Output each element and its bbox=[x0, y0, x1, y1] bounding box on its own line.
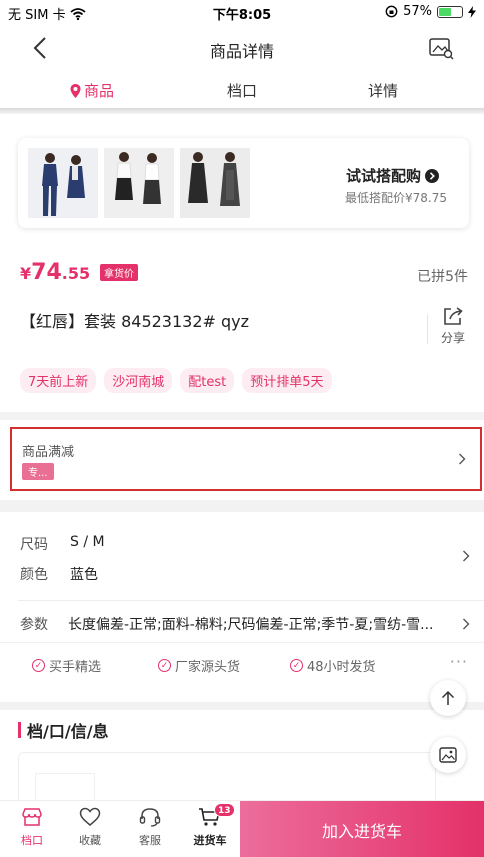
more-icon[interactable]: ··· bbox=[450, 652, 468, 671]
guarantee-48h-ship: ✓ 48小时发货 bbox=[290, 656, 376, 675]
orientation-lock-icon bbox=[385, 5, 398, 18]
tag-config: 配test bbox=[180, 368, 235, 393]
tab-details-label: 详情 bbox=[368, 82, 399, 100]
wholesale-price-badge: 拿货价 bbox=[100, 264, 138, 281]
params-row[interactable]: 参数 长度偏差-正常;面料-棉料;尺码偏差-正常;季节-夏;雪纺-雪... bbox=[0, 602, 484, 642]
check-circle-icon: ✓ bbox=[32, 659, 45, 672]
chevron-right-icon bbox=[459, 453, 466, 465]
heading-accent-bar bbox=[18, 722, 21, 738]
nav-bar: 商品详情 bbox=[0, 24, 484, 74]
bottom-stall-label: 档口 bbox=[21, 834, 43, 847]
product-title: 【红唇】套装 84523132# qyz bbox=[20, 312, 250, 331]
tag-new: 7天前上新 bbox=[20, 368, 97, 393]
bottom-favorite-label: 收藏 bbox=[79, 834, 101, 847]
tab-details[interactable]: 详情 bbox=[368, 80, 398, 101]
cart-count-badge: 13 bbox=[214, 803, 235, 817]
guarantee-label: 买手精选 bbox=[49, 660, 102, 675]
discount-row[interactable]: 商品满减 专... bbox=[10, 427, 482, 491]
shop-info-heading: 档/口/信/息 bbox=[18, 718, 109, 742]
color-value: 蓝色 bbox=[70, 567, 98, 583]
guarantee-factory-source: ✓ 厂家源头货 bbox=[158, 656, 240, 675]
size-row: 尺码 S / M bbox=[20, 534, 105, 554]
guarantee-divider bbox=[0, 642, 484, 643]
product-tags: 7天前上新 沙河南城 配test 预计排单5天 bbox=[20, 368, 332, 393]
bottom-service-button[interactable]: 客服 bbox=[128, 807, 172, 848]
guarantee-label: 48小时发货 bbox=[307, 660, 376, 675]
color-row: 颜色 蓝色 bbox=[20, 564, 98, 584]
share-divider bbox=[427, 314, 428, 344]
tag-market: 沙河南城 bbox=[104, 368, 173, 393]
add-to-cart-button[interactable]: 加入进货车 bbox=[240, 801, 484, 857]
check-circle-icon: ✓ bbox=[158, 659, 171, 672]
combo-min-price: 最低搭配价¥78.75 bbox=[345, 191, 447, 205]
color-label: 颜色 bbox=[20, 567, 48, 583]
bottom-favorite-button[interactable]: 收藏 bbox=[68, 807, 112, 848]
size-label: 尺码 bbox=[20, 537, 48, 553]
product-info: ¥ 74 .55 拿货价 已拼5件 【红唇】套装 84523132# qyz 分… bbox=[0, 244, 484, 412]
price: ¥ 74 .55 bbox=[20, 260, 90, 285]
chevron-right-icon bbox=[463, 550, 470, 562]
page-title: 商品详情 bbox=[209, 42, 274, 61]
tag-schedule: 预计排单5天 bbox=[242, 368, 332, 393]
status-bar: 无 SIM 卡 下午8:05 57% bbox=[0, 0, 484, 24]
price-decimal: .55 bbox=[61, 264, 91, 283]
tab-stall[interactable]: 档口 bbox=[227, 80, 257, 101]
heart-icon bbox=[79, 807, 101, 826]
charging-icon bbox=[468, 5, 476, 18]
bottom-stall-button[interactable]: 档口 bbox=[10, 807, 54, 848]
sold-count: 已拼5件 bbox=[417, 269, 468, 285]
bottom-action-bar: 档口 收藏 客服 13 进货车 加入进货车 bbox=[0, 800, 484, 857]
bottom-cart-button[interactable]: 13 进货车 bbox=[188, 803, 235, 848]
spec-divider bbox=[18, 600, 484, 601]
params-value: 长度偏差-正常;面料-棉料;尺码偏差-正常;季节-夏;雪纺-雪... bbox=[68, 617, 434, 633]
tab-product-label: 商品 bbox=[84, 82, 115, 100]
location-pin-icon bbox=[70, 83, 81, 98]
price-integer: 74 bbox=[31, 260, 62, 285]
size-value: S / M bbox=[70, 534, 105, 550]
guarantee-buyer-picked: ✓ 买手精选 bbox=[32, 656, 101, 675]
guarantee-label: 厂家源头货 bbox=[175, 660, 241, 675]
size-color-row[interactable]: 尺码 S / M 颜色 蓝色 bbox=[0, 512, 484, 592]
arrow-up-icon bbox=[441, 690, 455, 705]
shop-icon bbox=[22, 808, 42, 826]
combo-purchase-card[interactable]: 试试搭配购 最低搭配价¥78.75 bbox=[18, 138, 469, 228]
params-line: 参数 长度偏差-正常;面料-棉料;尺码偏差-正常;季节-夏;雪纺-雪... bbox=[20, 614, 450, 634]
share-button[interactable]: 分享 bbox=[438, 306, 468, 346]
image-search-icon[interactable] bbox=[428, 36, 454, 60]
combo-title: 试试搭配购 bbox=[346, 165, 439, 186]
arrow-circle-icon bbox=[425, 168, 439, 183]
currency-symbol: ¥ bbox=[20, 264, 32, 283]
tab-stall-label: 档口 bbox=[227, 82, 258, 100]
spec-section: 尺码 S / M 颜色 蓝色 参数 长度偏差-正常;面料-棉料;尺码偏差-正常;… bbox=[0, 512, 484, 702]
chevron-right-icon bbox=[463, 618, 470, 630]
check-circle-icon: ✓ bbox=[290, 659, 303, 672]
outfit-thumbnail-2 bbox=[104, 148, 174, 218]
headset-icon bbox=[139, 808, 161, 827]
tab-product[interactable]: 商品 bbox=[70, 80, 114, 101]
image-icon bbox=[439, 747, 457, 763]
battery-icon bbox=[437, 5, 463, 18]
discount-label: 商品满减 bbox=[22, 445, 75, 460]
params-label: 参数 bbox=[20, 617, 48, 633]
bottom-service-label: 客服 bbox=[139, 834, 161, 847]
shop-info-title: 档/口/信/息 bbox=[27, 722, 109, 741]
back-to-top-button[interactable] bbox=[430, 680, 466, 716]
combo-title-text: 试试搭配购 bbox=[345, 167, 421, 185]
discount-chip: 专... bbox=[22, 463, 54, 480]
tab-bar: 商品 档口 详情 bbox=[0, 74, 484, 112]
bottom-cart-label: 进货车 bbox=[193, 834, 227, 847]
share-icon bbox=[444, 307, 463, 325]
image-gallery-button[interactable] bbox=[430, 737, 466, 773]
share-label: 分享 bbox=[440, 331, 465, 345]
battery-percent: 57% bbox=[403, 4, 432, 19]
outfit-thumbnail-1 bbox=[28, 148, 98, 218]
outfit-thumbnail-3 bbox=[180, 148, 250, 218]
